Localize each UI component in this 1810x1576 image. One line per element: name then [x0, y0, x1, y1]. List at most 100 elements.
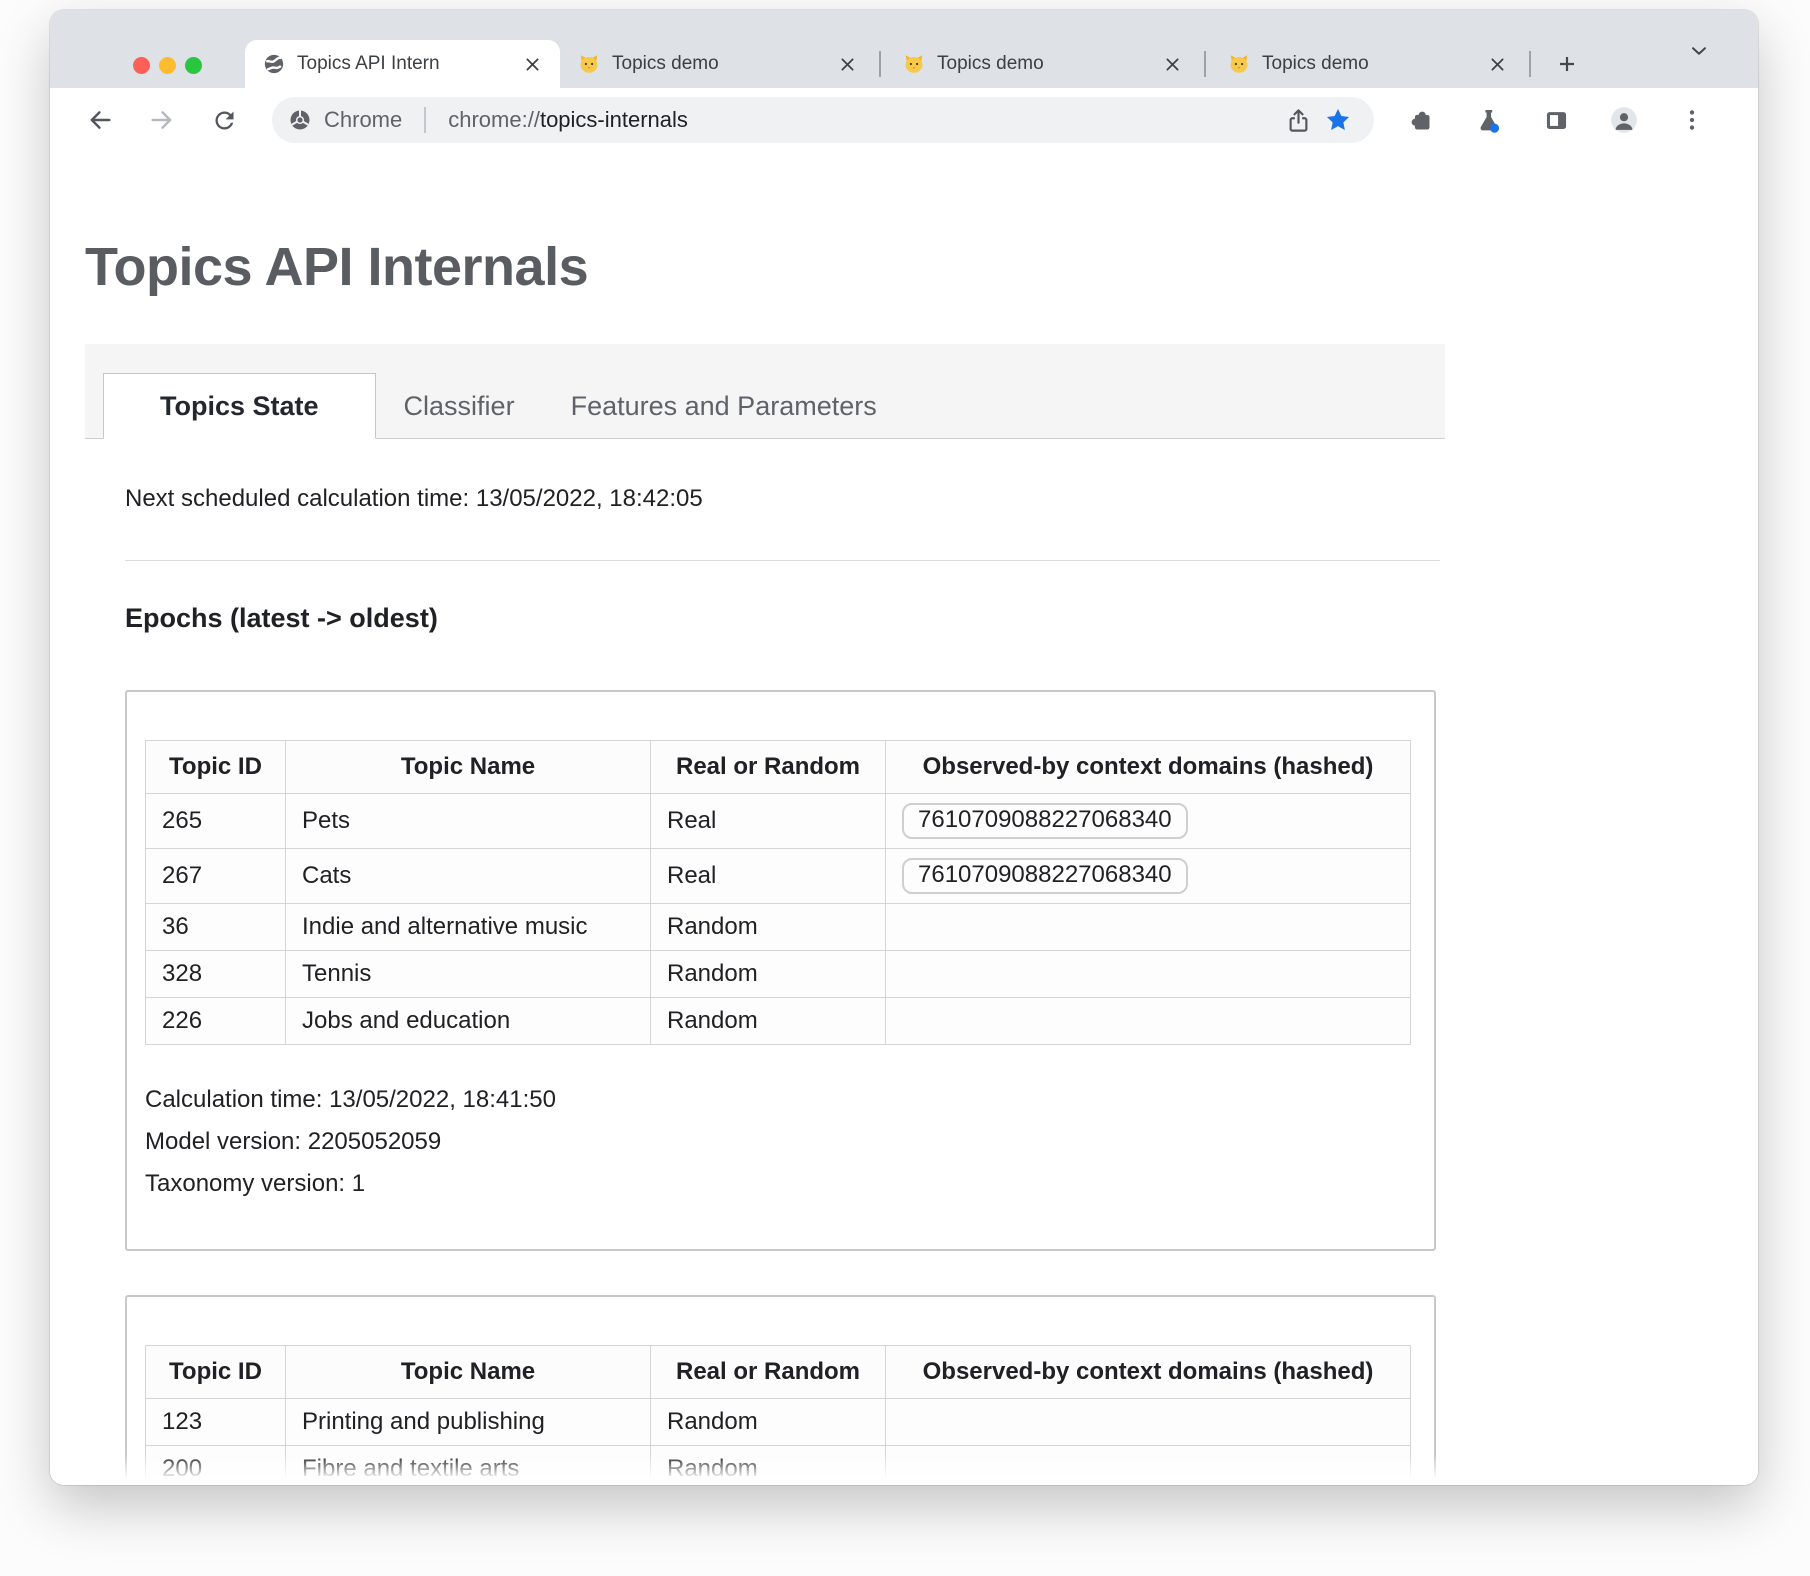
epoch-table: Topic IDTopic NameReal or RandomObserved…	[145, 1345, 1411, 1485]
topic-name-cell: Indie and alternative music	[286, 904, 651, 951]
close-x-icon	[838, 55, 857, 74]
tab-separator	[1204, 51, 1206, 77]
epoch-meta-line: Taxonomy version: 1	[145, 1163, 1434, 1205]
observed-domains-cell	[886, 951, 1411, 998]
table-row: 123Printing and publishingRandom	[146, 1399, 1411, 1446]
column-header-topic-name-cell: Topic Name	[286, 1346, 651, 1399]
extensions-button[interactable]	[1400, 100, 1440, 140]
browser-window: Topics API Intern Topics demo	[50, 10, 1758, 1485]
close-x-icon	[1488, 55, 1507, 74]
side-panel-button[interactable]	[1536, 100, 1576, 140]
topic-id-cell: 265	[146, 794, 286, 849]
tab-close-button[interactable]	[1483, 50, 1511, 78]
forward-arrow-icon	[148, 106, 176, 134]
topic-id-cell: 226	[146, 998, 286, 1045]
cat-favicon-icon	[1228, 53, 1250, 75]
page-content: Topics API Internals Topics StateClassif…	[50, 152, 1758, 1485]
plus-icon	[1555, 51, 1579, 77]
epochs-list: Topic IDTopic NameReal or RandomObserved…	[125, 690, 1445, 1485]
tabbox: Topics StateClassifierFeatures and Param…	[85, 344, 1445, 1485]
globe-favicon-icon	[263, 53, 285, 75]
tab-close-button[interactable]	[833, 50, 861, 78]
share-button[interactable]	[1278, 100, 1318, 140]
forward-button[interactable]	[142, 100, 182, 140]
menu-button[interactable]	[1672, 100, 1712, 140]
tab-separator	[1529, 51, 1531, 77]
observed-domains-cell: 7610709088227068340	[886, 849, 1411, 904]
column-header-real-or-random-cell: Real or Random	[651, 741, 886, 794]
address-bar[interactable]: Chrome chrome://topics-internals	[272, 97, 1374, 143]
browser-tab[interactable]: Topics demo	[560, 40, 875, 88]
browser-tab[interactable]: Topics demo	[885, 40, 1200, 88]
toolbar-actions	[1400, 100, 1712, 140]
tab-close-button[interactable]	[1158, 50, 1186, 78]
divider	[125, 560, 1440, 561]
page-tab-topics-state[interactable]: Topics State	[103, 373, 376, 439]
close-x-icon	[1163, 55, 1182, 74]
site-label: Chrome	[324, 107, 402, 133]
real-or-random-cell: Random	[651, 998, 886, 1045]
observed-domains-cell	[886, 998, 1411, 1045]
column-header-topic-id-cell: Topic ID	[146, 741, 286, 794]
minimize-window-button[interactable]	[159, 57, 176, 74]
back-arrow-icon	[86, 106, 114, 134]
cat-favicon-icon	[578, 53, 600, 75]
topic-name-cell: Tennis	[286, 951, 651, 998]
hashed-domain-chip: 7610709088227068340	[902, 858, 1188, 894]
epoch-panel: Topic IDTopic NameReal or RandomObserved…	[125, 690, 1436, 1251]
real-or-random-cell: Random	[651, 951, 886, 998]
new-tab-button[interactable]	[1549, 46, 1585, 82]
page-tab-features-and-parameters[interactable]: Features and Parameters	[543, 373, 905, 439]
table-row: 265PetsReal7610709088227068340	[146, 794, 1411, 849]
page-tab-classifier[interactable]: Classifier	[376, 373, 543, 439]
column-header-observed-domains-cell: Observed-by context domains (hashed)	[886, 1346, 1411, 1399]
three-dots-icon	[1679, 107, 1705, 133]
topics-state-panel: Next scheduled calculation time: 13/05/2…	[85, 439, 1445, 1485]
cat-favicon-icon	[903, 53, 925, 75]
tab-overview-button[interactable]	[1682, 34, 1716, 68]
real-or-random-cell: Real	[651, 794, 886, 849]
browser-tab[interactable]: Topics demo	[1210, 40, 1525, 88]
hashed-domain-chip: 7610709088227068340	[902, 803, 1188, 839]
back-button[interactable]	[80, 100, 120, 140]
topic-name-cell: Printing and publishing	[286, 1399, 651, 1446]
zoom-window-button[interactable]	[185, 57, 202, 74]
tab-title: Topics demo	[937, 53, 1146, 75]
column-header-topic-name-cell: Topic Name	[286, 741, 651, 794]
real-or-random-cell: Random	[651, 1446, 886, 1486]
close-window-button[interactable]	[133, 57, 150, 74]
avatar-icon	[1610, 101, 1638, 139]
tab-strip: Topics API Intern Topics demo	[50, 10, 1758, 88]
url-host: topics-internals	[540, 107, 688, 132]
profile-button[interactable]	[1604, 100, 1644, 140]
page-title: Topics API Internals	[85, 236, 1758, 298]
bookmark-button[interactable]	[1318, 100, 1358, 140]
topic-id-cell: 36	[146, 904, 286, 951]
topic-id-cell: 267	[146, 849, 286, 904]
column-header-observed-domains-cell: Observed-by context domains (hashed)	[886, 741, 1411, 794]
side-panel-icon	[1543, 107, 1570, 134]
share-icon	[1285, 107, 1312, 134]
reload-button[interactable]	[204, 100, 244, 140]
tab-favicon	[578, 53, 600, 75]
real-or-random-cell: Random	[651, 1399, 886, 1446]
observed-domains-cell: 7610709088227068340	[886, 794, 1411, 849]
extensions-puzzle-icon	[1407, 107, 1434, 134]
topic-id-cell: 200	[146, 1446, 286, 1486]
real-or-random-cell: Random	[651, 904, 886, 951]
tab-favicon	[903, 53, 925, 75]
table-row: 36Indie and alternative musicRandom	[146, 904, 1411, 951]
window-controls	[133, 57, 202, 74]
topic-id-cell: 123	[146, 1399, 286, 1446]
close-x-icon	[523, 55, 542, 74]
tab-close-button[interactable]	[518, 50, 546, 78]
reload-icon	[211, 107, 238, 134]
epoch-table-header-row: Topic IDTopic NameReal or RandomObserved…	[146, 1346, 1411, 1399]
table-row: 267CatsReal7610709088227068340	[146, 849, 1411, 904]
epoch-panel: Topic IDTopic NameReal or RandomObserved…	[125, 1295, 1436, 1485]
real-or-random-cell: Real	[651, 849, 886, 904]
browser-tab-active[interactable]: Topics API Intern	[245, 40, 560, 88]
url-scheme: chrome://	[448, 107, 540, 132]
experiments-button[interactable]	[1468, 100, 1508, 140]
chevron-down-icon	[1688, 37, 1710, 65]
